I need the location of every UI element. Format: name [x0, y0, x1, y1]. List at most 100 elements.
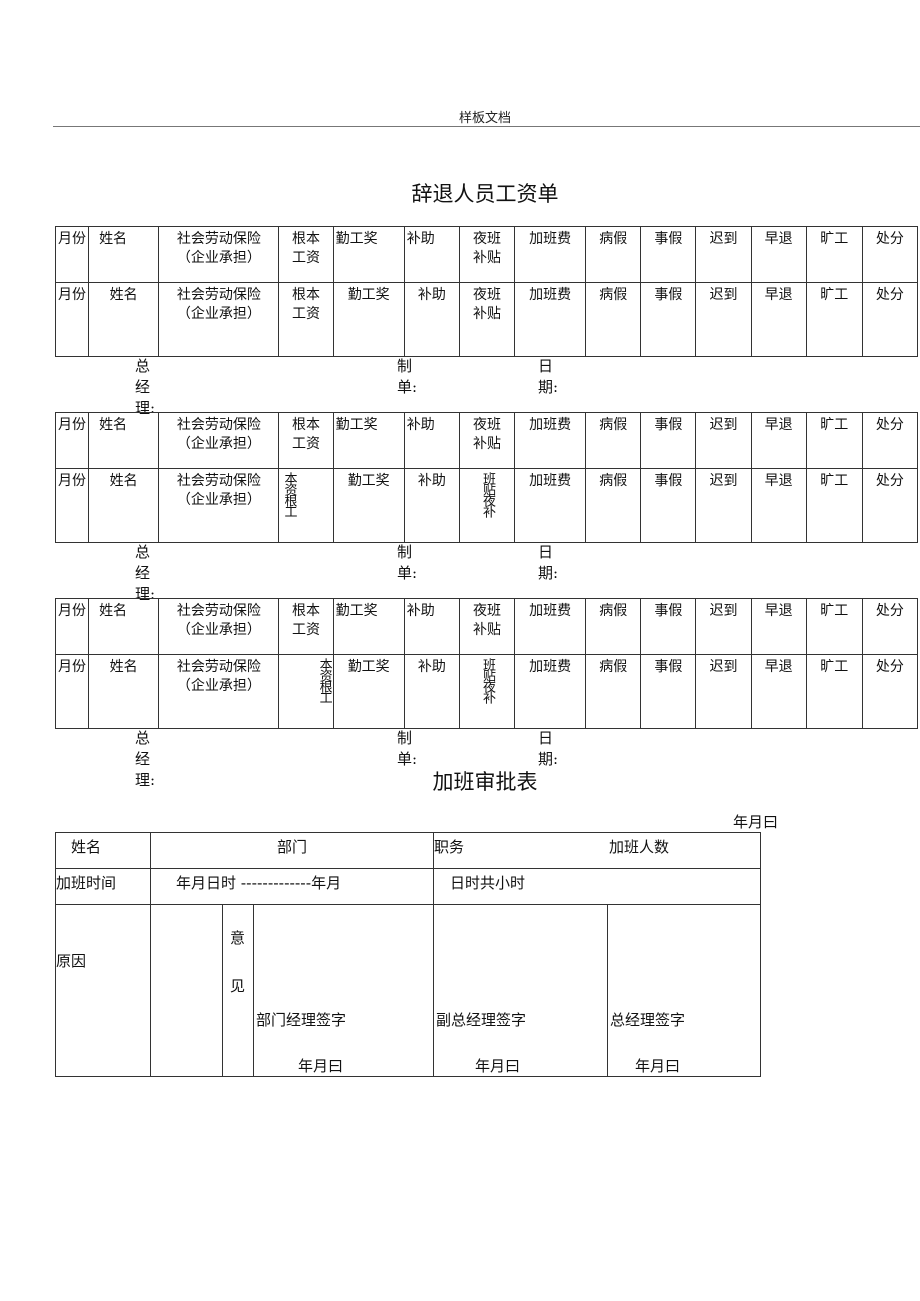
cell-subsidy[interactable]: 补助	[403, 468, 460, 543]
cell-sick-leave[interactable]: 病假	[585, 654, 642, 729]
cell-subsidy[interactable]: 补助	[403, 412, 460, 469]
cell-penalty[interactable]: 处分	[861, 598, 919, 655]
cell-absent[interactable]: 旷工	[805, 598, 863, 655]
cell-subsidy[interactable]: 补助	[403, 282, 460, 357]
cell-month[interactable]: 月份	[54, 226, 90, 283]
count-label: 加班人数	[609, 838, 670, 856]
cell-personal-leave[interactable]: 事假	[640, 412, 697, 469]
cell-subsidy[interactable]: 补助	[403, 598, 460, 655]
cell-name[interactable]: 姓名	[88, 654, 160, 729]
cell-penalty[interactable]: 处分	[861, 282, 919, 357]
cell-absent[interactable]: 旷工	[805, 412, 863, 469]
cell-personal-leave[interactable]: 事假	[640, 468, 697, 543]
cell-month[interactable]: 月份	[54, 412, 90, 469]
time-range-start[interactable]: 年月日时 -------------年月	[149, 868, 435, 905]
cell-attendance-bonus[interactable]: 勤工奖	[332, 226, 405, 283]
cell-late[interactable]: 迟到	[695, 282, 752, 357]
cell-early-leave[interactable]: 早退	[750, 282, 807, 357]
cell-attendance-bonus[interactable]: 勤工奖	[332, 654, 405, 729]
cell-penalty[interactable]: 处分	[861, 654, 919, 729]
cell-insurance[interactable]: 社会劳动保险 （企业承担）	[158, 598, 280, 655]
cell-overtime-pay[interactable]: 加班费	[514, 468, 587, 543]
cell-night-subsidy[interactable]: 夜班 补贴	[458, 412, 516, 469]
cell-name[interactable]: 姓名	[88, 412, 160, 469]
cell-subsidy[interactable]: 补助	[403, 226, 460, 283]
cell-sick-leave[interactable]: 病假	[585, 468, 642, 543]
cell-month[interactable]: 月份	[54, 282, 90, 357]
cell-subsidy[interactable]: 补助	[403, 654, 460, 729]
cell-insurance[interactable]: 社会劳动保险 （企业承担）	[158, 412, 280, 469]
table-row: 加班时间 年月日时 -------------年月 日时共小时	[55, 868, 762, 905]
cell-month[interactable]: 月份	[54, 598, 90, 655]
table-row: 原因 意 见 部门经理签字 年月曰 副总经理签字 年月曰 总经理签字 年月曰	[55, 904, 762, 1077]
cell-absent[interactable]: 旷工	[805, 226, 863, 283]
cell-personal-leave[interactable]: 事假	[640, 654, 697, 729]
cell-base-wage[interactable]: 根本 工资	[278, 282, 334, 357]
cell-sick-leave[interactable]: 病假	[585, 282, 642, 357]
cell-late[interactable]: 迟到	[695, 468, 752, 543]
cell-late[interactable]: 迟到	[695, 654, 752, 729]
cell-absent[interactable]: 旷工	[805, 468, 863, 543]
cell-insurance[interactable]: 社会劳动保险 （企业承担）	[158, 654, 280, 729]
cell-sick-leave[interactable]: 病假	[585, 598, 642, 655]
cell-month[interactable]: 月份	[54, 654, 90, 729]
cell-night-subsidy[interactable]: 班贴夜补	[458, 468, 516, 543]
time-range-end[interactable]: 日时共小时	[433, 868, 762, 905]
cell-late[interactable]: 迟到	[695, 598, 752, 655]
cell-name[interactable]: 姓名	[88, 598, 160, 655]
cell-sick-leave[interactable]: 病假	[585, 226, 642, 283]
position-field[interactable]: 职务 加班人数	[433, 832, 762, 869]
reason-field[interactable]	[150, 904, 223, 1077]
dept-manager-sign-field[interactable]: 部门经理签字 年月曰	[252, 904, 435, 1077]
cell-name[interactable]: 姓名	[88, 226, 160, 283]
cell-base-wage[interactable]: 根本 工资	[278, 598, 334, 655]
cell-overtime-pay[interactable]: 加班费	[514, 282, 587, 357]
cell-sick-leave[interactable]: 病假	[585, 412, 642, 469]
dept-field[interactable]: 部门	[149, 832, 435, 869]
cell-night-subsidy[interactable]: 夜班 补贴	[458, 598, 516, 655]
cell-night-subsidy[interactable]: 夜班 补贴	[458, 226, 516, 283]
cell-personal-leave[interactable]: 事假	[640, 282, 697, 357]
table-row: 月份 姓名 社会劳动保险 （企业承担） 根本 工资 勤工奖 补助 夜班 补贴 加班费 …	[54, 598, 919, 655]
cell-base-wage[interactable]: 根本 工资	[278, 226, 334, 283]
wage-table: 月份 姓名 社会劳动保险 （企业承担） 根本 工资 勤工奖 补助 夜班 补贴 加班费 …	[54, 598, 919, 729]
cell-night-subsidy[interactable]: 夜班 补贴	[458, 282, 516, 357]
cell-personal-leave[interactable]: 事假	[640, 226, 697, 283]
cell-overtime-pay[interactable]: 加班费	[514, 226, 587, 283]
cell-overtime-pay[interactable]: 加班费	[514, 412, 587, 469]
cell-insurance[interactable]: 社会劳动保险 （企业承担）	[158, 282, 280, 357]
cell-late[interactable]: 迟到	[695, 412, 752, 469]
cell-overtime-pay[interactable]: 加班费	[514, 598, 587, 655]
vice-gm-sign-field[interactable]: 副总经理签字 年月曰	[433, 904, 609, 1077]
cell-penalty[interactable]: 处分	[861, 468, 919, 543]
cell-attendance-bonus[interactable]: 勤工奖	[332, 468, 405, 543]
cell-penalty[interactable]: 处分	[861, 412, 919, 469]
cell-insurance[interactable]: 社会劳动保险 （企业承担）	[158, 226, 280, 283]
cell-early-leave[interactable]: 早退	[750, 412, 807, 469]
cell-absent[interactable]: 旷工	[805, 282, 863, 357]
cell-personal-leave[interactable]: 事假	[640, 598, 697, 655]
cell-name[interactable]: 姓名	[88, 468, 160, 543]
gm-label: 总经理:	[135, 543, 156, 603]
cell-overtime-pay[interactable]: 加班费	[514, 654, 587, 729]
cell-attendance-bonus[interactable]: 勤工奖	[332, 282, 405, 357]
cell-insurance[interactable]: 社会劳动保险 （企业承担）	[158, 468, 280, 543]
cell-attendance-bonus[interactable]: 勤工奖	[332, 598, 405, 655]
prepared-by-label: 制单:	[397, 729, 418, 768]
cell-late[interactable]: 迟到	[695, 226, 752, 283]
cell-month[interactable]: 月份	[54, 468, 90, 543]
gm-sign-field[interactable]: 总经理签字 年月曰	[607, 904, 762, 1077]
cell-early-leave[interactable]: 早退	[750, 654, 807, 729]
cell-base-wage[interactable]: 本资根工	[278, 654, 334, 729]
cell-night-subsidy[interactable]: 班贴夜补	[458, 654, 516, 729]
cell-penalty[interactable]: 处分	[861, 226, 919, 283]
prepared-by-label: 制单:	[397, 357, 418, 396]
cell-name[interactable]: 姓名	[88, 282, 160, 357]
cell-base-wage[interactable]: 根本 工资	[278, 412, 334, 469]
cell-base-wage[interactable]: 本资根工	[278, 468, 334, 543]
cell-absent[interactable]: 旷工	[805, 654, 863, 729]
cell-early-leave[interactable]: 早退	[750, 226, 807, 283]
cell-early-leave[interactable]: 早退	[750, 598, 807, 655]
cell-early-leave[interactable]: 早退	[750, 468, 807, 543]
cell-attendance-bonus[interactable]: 勤工奖	[332, 412, 405, 469]
